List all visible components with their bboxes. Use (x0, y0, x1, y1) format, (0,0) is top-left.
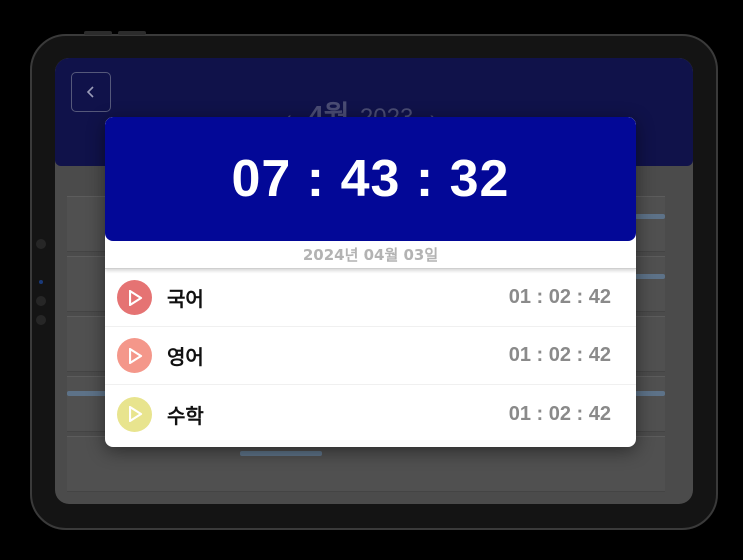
play-icon (129, 289, 143, 306)
subject-time: 01 : 02 : 42 (508, 402, 611, 425)
hardware-button (84, 31, 112, 35)
hardware-button (36, 239, 46, 249)
timer-value: 07 : 43 : 32 (231, 150, 510, 208)
subject-name: 국어 (167, 287, 204, 311)
progress-bar (67, 391, 107, 396)
status-led (39, 280, 43, 284)
subject-row[interactable]: 국어 01 : 02 : 42 (105, 269, 636, 327)
play-button[interactable] (117, 280, 152, 315)
subject-row[interactable]: 수학 01 : 02 : 42 (105, 385, 636, 443)
progress-bar (635, 391, 665, 396)
chevron-left-icon (86, 86, 94, 98)
subject-name: 영어 (167, 345, 204, 369)
study-timer-modal: 07 : 43 : 32 2024년 04월 03일 국어 01 : 02 : … (105, 117, 636, 447)
hardware-button (36, 296, 46, 306)
play-button[interactable] (117, 396, 152, 432)
subject-time: 01 : 02 : 42 (508, 344, 611, 366)
hardware-button (118, 31, 146, 35)
progress-bar (635, 214, 665, 219)
play-icon (129, 406, 143, 422)
play-button[interactable] (117, 338, 152, 373)
back-button[interactable] (71, 72, 111, 112)
progress-bar (240, 451, 322, 456)
subject-row[interactable]: 영어 01 : 02 : 42 (105, 327, 636, 385)
timer-display: 07 : 43 : 32 (105, 117, 636, 241)
subject-name: 수학 (167, 403, 204, 428)
progress-bar (635, 274, 665, 279)
hardware-button (36, 315, 46, 325)
subject-time: 01 : 02 : 42 (508, 286, 611, 308)
date-label: 2024년 04월 03일 (302, 246, 439, 264)
play-icon (129, 347, 143, 364)
date-bar: 2024년 04월 03일 (105, 241, 636, 269)
